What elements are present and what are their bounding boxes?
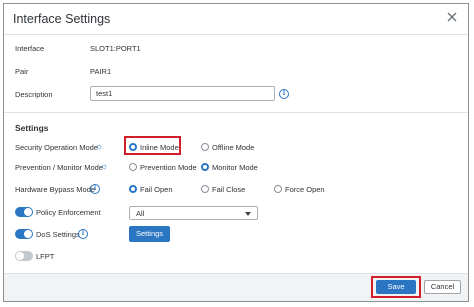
- fail-close-radio[interactable]: [201, 185, 209, 193]
- fail-open-label[interactable]: Fail Open: [140, 185, 173, 194]
- monitor-mode-option[interactable]: Monitor Mode: [212, 163, 258, 172]
- policy-enforcement-label: Policy Enforcement: [36, 208, 101, 217]
- pair-value: PAIR1: [90, 67, 112, 76]
- force-open-label[interactable]: Force Open: [285, 185, 325, 194]
- policy-select-value: All: [136, 209, 145, 218]
- inline-mode-label[interactable]: Inline Mode: [140, 143, 179, 152]
- prevention-mode-radio[interactable]: [129, 163, 137, 171]
- lightbulb-icon: ☼: [95, 141, 104, 151]
- dos-settings-label: DoS Settings: [36, 230, 80, 239]
- dos-settings-button[interactable]: Settings: [129, 226, 170, 242]
- interface-settings-dialog: Interface Settings Interface SLOT1:PORT1…: [3, 3, 469, 302]
- fail-close-label[interactable]: Fail Close: [212, 185, 245, 194]
- interface-value: SLOT1:PORT1: [90, 44, 141, 53]
- security-mode-label: Security Operation Mode: [15, 143, 98, 152]
- lfpt-toggle[interactable]: [15, 251, 33, 261]
- cancel-button[interactable]: Cancel: [424, 280, 461, 294]
- offline-mode-label[interactable]: Offline Mode: [212, 143, 254, 152]
- prevention-mode-label: Prevention / Monitor Mode: [15, 163, 103, 172]
- chevron-down-icon: [245, 212, 251, 216]
- dialog-footer: Save Cancel: [4, 273, 468, 301]
- close-icon[interactable]: [444, 9, 460, 25]
- monitor-mode-radio[interactable]: [201, 163, 209, 171]
- info-icon[interactable]: i: [279, 89, 289, 99]
- offline-mode-radio[interactable]: [201, 143, 209, 151]
- lfpt-label: LFPT: [36, 252, 55, 261]
- lightbulb-icon: ☼: [100, 161, 109, 171]
- prevention-mode-option[interactable]: Prevention Mode: [140, 163, 197, 172]
- interface-label: Interface: [15, 44, 45, 53]
- dos-settings-toggle[interactable]: [15, 229, 33, 239]
- section-divider: [4, 112, 468, 113]
- policy-select[interactable]: All: [129, 206, 258, 220]
- pair-label: Pair: [15, 67, 29, 76]
- description-label: Description: [15, 90, 53, 99]
- settings-section-title: Settings: [15, 123, 49, 133]
- dialog-title: Interface Settings: [13, 12, 111, 26]
- inline-mode-radio[interactable]: [129, 143, 137, 151]
- description-field[interactable]: [90, 86, 275, 101]
- policy-enforcement-toggle[interactable]: [15, 207, 33, 217]
- force-open-radio[interactable]: [274, 185, 282, 193]
- hardware-bypass-label: Hardware Bypass Mode: [15, 185, 96, 194]
- fail-open-radio[interactable]: [129, 185, 137, 193]
- info-icon[interactable]: i: [90, 184, 100, 194]
- save-button[interactable]: Save: [376, 280, 416, 294]
- dialog-header: Interface Settings: [4, 4, 468, 35]
- info-icon[interactable]: i: [78, 229, 88, 239]
